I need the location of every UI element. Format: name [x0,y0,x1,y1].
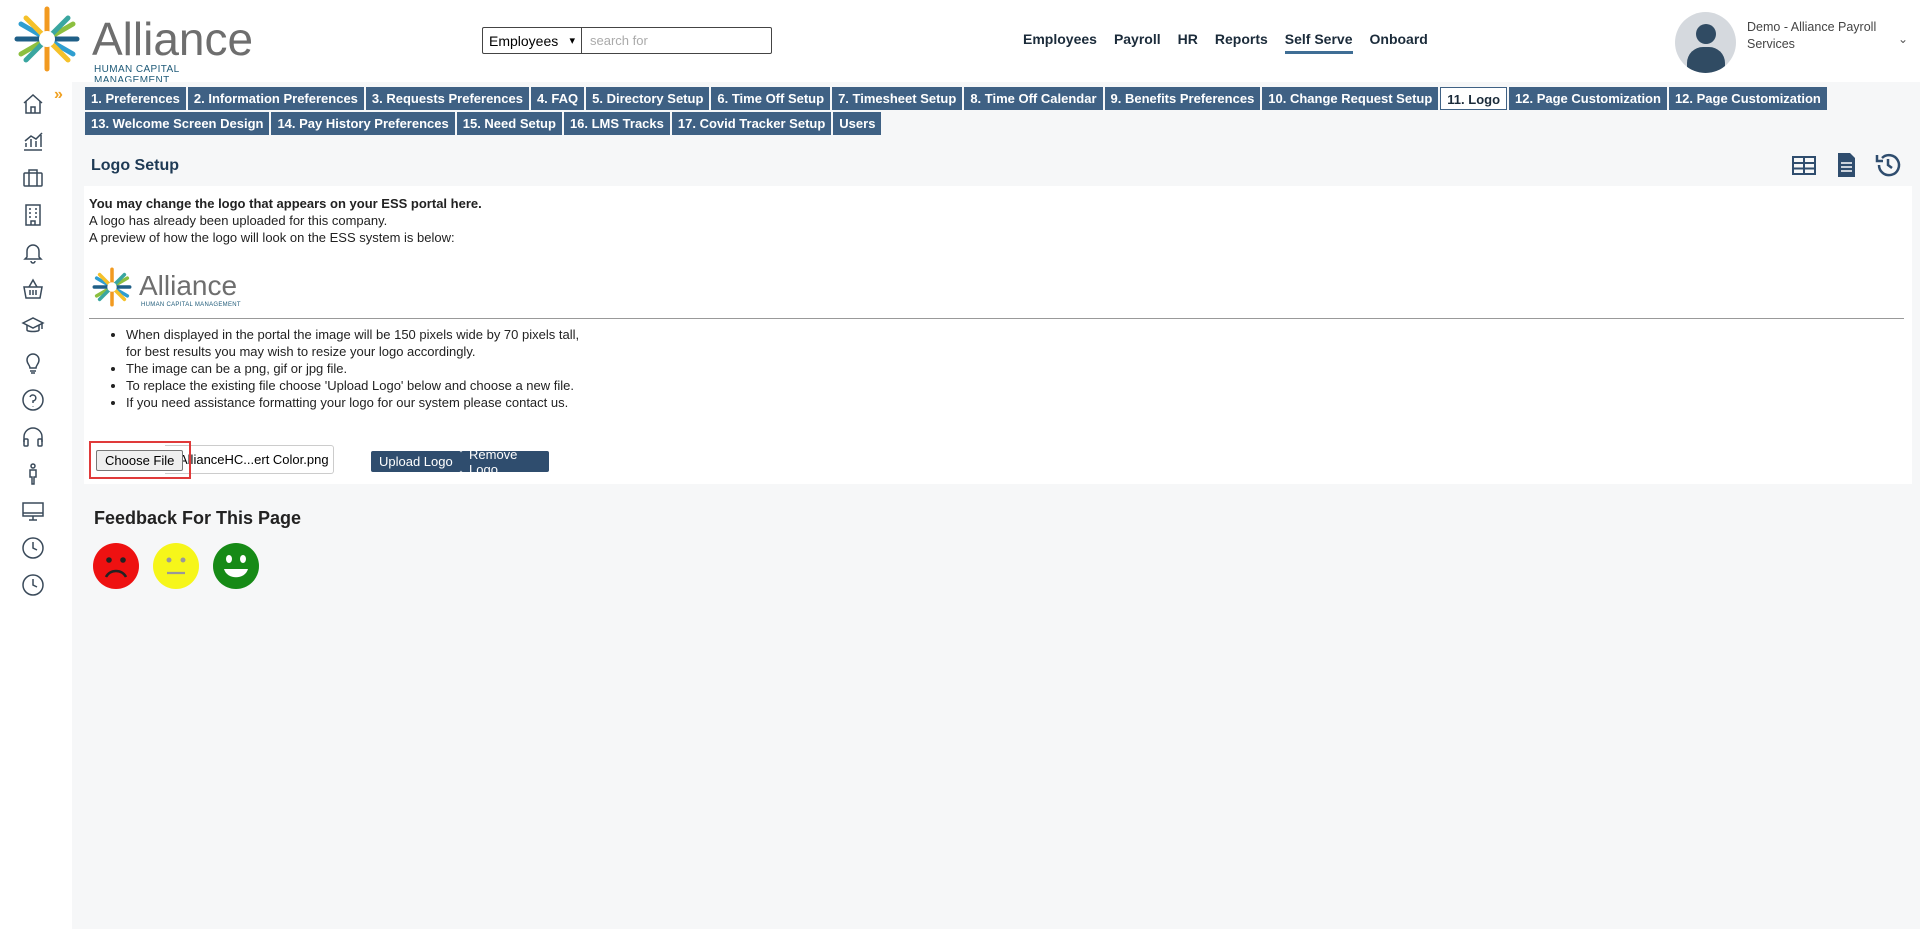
tab-lms-tracks[interactable]: 16. LMS Tracks [563,112,670,135]
preview-logo-tagline: HUMAN CAPITAL MANAGEMENT [141,302,241,308]
preview-logo-wordmark: Alliance [139,270,238,301]
tab-information-preferences[interactable]: 2. Information Preferences [187,87,364,110]
page-tools [1790,151,1902,179]
tab-timesheet-setup[interactable]: 7. Timesheet Setup [832,87,963,110]
guideline-size: When displayed in the portal the image w… [126,327,580,342]
logo-wordmark: Alliance [92,13,254,65]
list-item: When displayed in the portal the image w… [126,326,579,360]
avatar [1675,12,1736,73]
history-icon[interactable] [1874,151,1902,179]
alliance-logo-mark-icon [14,6,80,72]
user-name: Demo - Alliance Payroll Services [1747,20,1877,51]
nav-reports[interactable]: Reports [1215,31,1268,54]
clock-icon[interactable] [20,535,46,561]
avatar-body [1687,47,1725,73]
person-icon[interactable] [20,461,46,487]
neutral-face-icon[interactable] [152,542,200,590]
help-icon[interactable] [20,387,46,413]
clock-icon[interactable] [20,572,46,598]
remove-logo-button[interactable]: Remove Logo [461,447,549,477]
main-content: 1. Preferences 2. Information Preference… [72,82,1920,929]
tab-pay-history-preferences[interactable]: 14. Pay History Preferences [271,112,455,135]
tab-page-customization[interactable]: 12. Page Customization [1509,87,1667,110]
building-icon[interactable] [20,202,46,228]
headphones-icon[interactable] [20,424,46,450]
tab-change-request-setup[interactable]: 10. Change Request Setup [1262,87,1439,110]
tab-directory-setup[interactable]: 5. Directory Setup [586,87,710,110]
list-item: To replace the existing file choose 'Upl… [126,377,579,394]
choose-file-button[interactable]: Choose File [96,450,184,471]
sidebar: » [0,82,72,929]
home-icon[interactable] [20,91,46,117]
nav-onboard[interactable]: Onboard [1370,31,1428,54]
intro-heading: You may change the logo that appears on … [89,196,482,211]
chevron-down-icon[interactable]: ⌄ [1898,32,1908,46]
desktop-icon[interactable] [20,498,46,524]
list-item: If you need assistance formatting your l… [126,394,579,411]
avatar-head [1696,24,1716,44]
global-search: Employees ▾ search for [482,27,772,54]
alliance-logo[interactable]: Alliance HUMAN CAPITAL MANAGEMENT [8,2,254,86]
basket-icon[interactable] [20,276,46,302]
tab-logo[interactable]: 11. Logo [1440,87,1508,110]
tab-covid-tracker-setup[interactable]: 17. Covid Tracker Setup [671,112,832,135]
upload-logo-button[interactable]: Upload Logo [371,451,461,472]
document-icon[interactable] [1832,151,1860,179]
chart-icon[interactable] [20,128,46,154]
tab-need-setup[interactable]: 15. Need Setup [456,112,562,135]
tab-preferences[interactable]: 1. Preferences [85,87,186,110]
expand-sidebar-icon[interactable]: » [54,86,63,104]
logo-status-text: A logo has already been uploaded for thi… [89,213,388,228]
happy-face-icon[interactable] [212,542,260,590]
tab-time-off-calendar[interactable]: 8. Time Off Calendar [964,87,1103,110]
settings-tabs: 1. Preferences 2. Information Preference… [85,87,1905,137]
guideline-size-cont: for best results you may wish to resize … [126,344,476,359]
tab-welcome-screen-design[interactable]: 13. Welcome Screen Design [85,112,270,135]
tab-faq[interactable]: 4. FAQ [530,87,585,110]
file-upload-row: AllianceHC...ert Color.png Choose File U… [89,441,549,479]
lightbulb-icon[interactable] [20,350,46,376]
guideline-format: The image can be a png, gif or jpg file. [126,361,348,376]
list-item: The image can be a png, gif or jpg file. [126,360,579,377]
guideline-replace: To replace the existing file choose 'Upl… [126,378,574,393]
page-title: Logo Setup [91,157,179,174]
top-header: Alliance HUMAN CAPITAL MANAGEMENT Employ… [0,0,1920,86]
tab-row-2: 13. Welcome Screen Design 14. Pay Histor… [85,112,1905,135]
user-menu[interactable]: Demo - Alliance Payroll Services ⌄ [1675,12,1915,74]
nav-self-serve[interactable]: Self Serve [1284,31,1353,54]
nav-employees[interactable]: Employees [1023,31,1097,54]
tab-time-off-setup[interactable]: 6. Time Off Setup [711,87,831,110]
feedback-title: Feedback For This Page [94,508,302,528]
sad-face-icon[interactable] [92,542,140,590]
tab-requests-preferences[interactable]: 3. Requests Preferences [365,87,529,110]
logo-setup-panel: You may change the logo that appears on … [84,186,1912,484]
tab-row-1: 1. Preferences 2. Information Preference… [85,87,1905,110]
divider [89,318,1904,319]
top-navigation: Employees Payroll HR Reports Self Serve … [1023,31,1445,54]
tab-users[interactable]: Users [833,112,882,135]
tab-benefits-preferences[interactable]: 9. Benefits Preferences [1104,87,1261,110]
briefcase-icon[interactable] [20,165,46,191]
search-scope-select[interactable]: Employees ▾ [482,27,582,54]
graduation-cap-icon[interactable] [20,313,46,339]
tab-page-customization-2[interactable]: 12. Page Customization [1668,87,1827,110]
logo-preview: Alliance HUMAN CAPITAL MANAGEMENT [89,264,249,312]
preview-caption: A preview of how the logo will look on t… [89,230,455,245]
search-input[interactable]: search for [582,27,772,54]
search-scope-value: Employees [489,32,559,49]
nav-payroll[interactable]: Payroll [1114,31,1161,54]
grid-view-icon[interactable] [1790,151,1818,179]
alliance-logo-mark-icon [92,267,132,307]
bell-icon[interactable] [20,239,46,265]
logo-guidelines-list: When displayed in the portal the image w… [126,326,579,411]
nav-hr[interactable]: HR [1178,31,1198,54]
guideline-contact: If you need assistance formatting your l… [126,395,569,410]
chevron-down-icon: ▾ [569,35,575,47]
feedback-faces [92,542,260,590]
